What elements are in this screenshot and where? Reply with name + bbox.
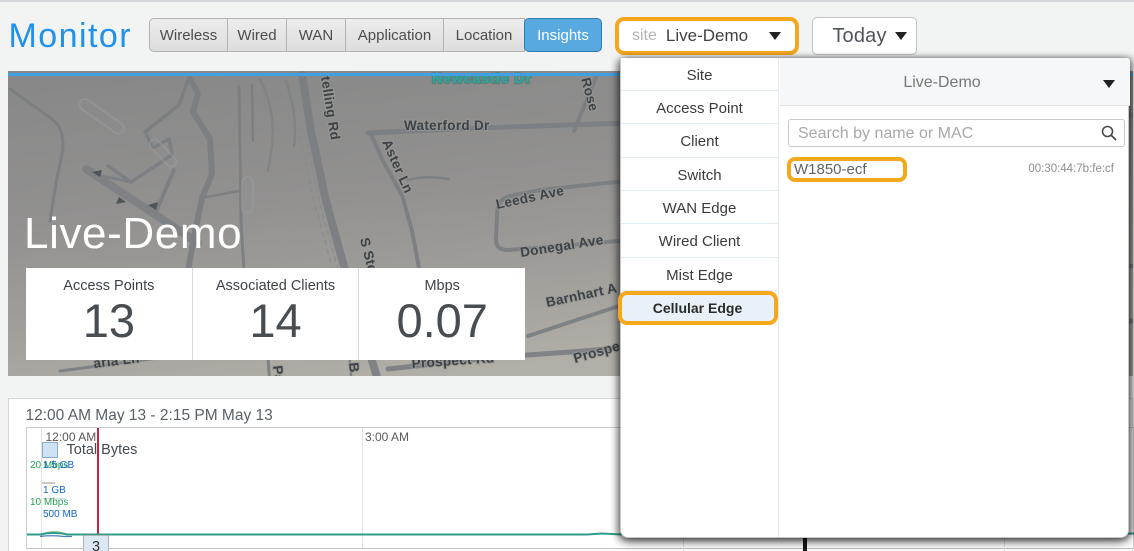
svg-text:Pa: Pa bbox=[270, 365, 287, 376]
svg-text:Waterford Dr: Waterford Dr bbox=[404, 118, 490, 133]
svg-text:B: B bbox=[346, 362, 362, 374]
